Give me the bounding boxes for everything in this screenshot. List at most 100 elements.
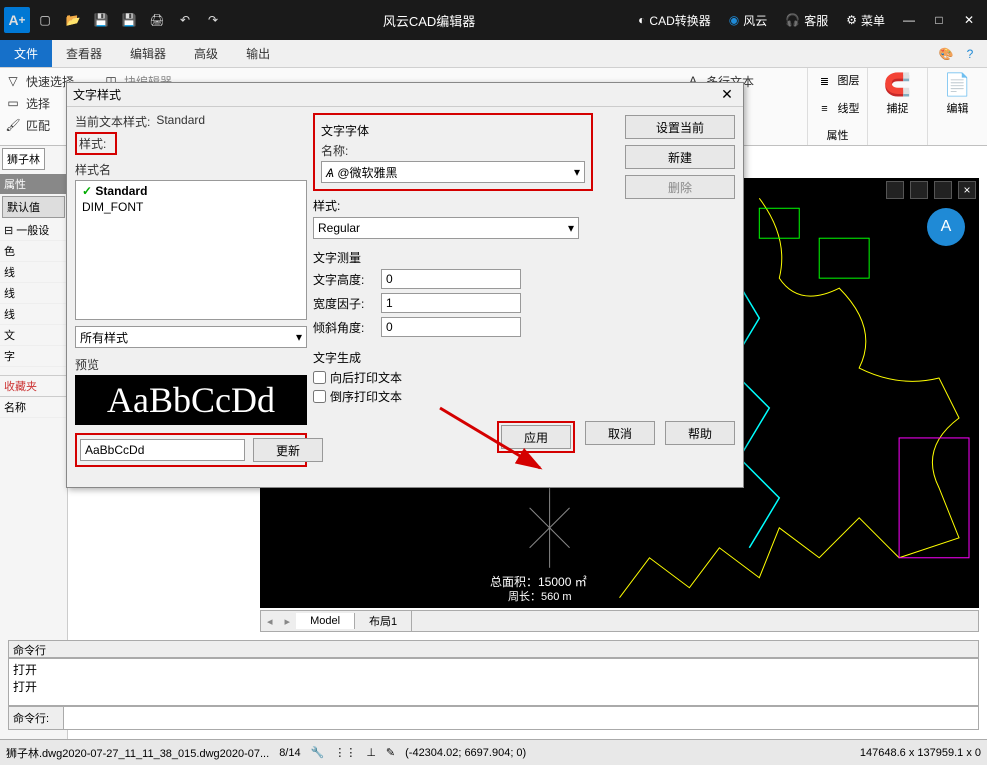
layer-icon[interactable]: ≣: [816, 72, 834, 90]
maximize-button[interactable]: □: [927, 8, 951, 32]
palette-icon[interactable]: 🎨: [937, 45, 955, 63]
match-label[interactable]: 匹配: [26, 117, 50, 134]
ft-btn-1[interactable]: [886, 181, 904, 199]
favorites-section[interactable]: 收藏夹: [0, 375, 67, 397]
style-list-item[interactable]: Standard: [78, 183, 304, 199]
ribbon-group-layer: ≣图层 ≡线型 属性: [807, 68, 867, 145]
prop-row[interactable]: 线: [0, 262, 67, 283]
ribbon-group-snap[interactable]: 🧲捕捉: [867, 68, 927, 145]
prop-row[interactable]: 文: [0, 325, 67, 346]
menu-button[interactable]: ⚙菜单: [840, 10, 891, 31]
prop-row[interactable]: 字: [0, 346, 67, 367]
save-icon[interactable]: 💾: [88, 7, 114, 33]
defaults-tab[interactable]: 默认值: [2, 196, 65, 218]
style-filter-combo[interactable]: 所有样式▾: [75, 326, 307, 348]
dialog-close-button[interactable]: ✕: [717, 85, 737, 105]
fengyun-button[interactable]: ◉风云: [723, 10, 774, 31]
redo-icon[interactable]: ↷: [200, 7, 226, 33]
converter-icon: ◐: [638, 13, 645, 27]
sb-dims: 147648.6 x 137959.1 x 0: [860, 747, 981, 759]
current-style-label: 当前文本样式:: [75, 113, 150, 130]
command-history: 打开 打开: [8, 658, 979, 706]
statusbar: 狮子林.dwg2020-07-27_11_11_38_015.dwg2020-0…: [0, 739, 987, 765]
font-style-combo[interactable]: Regular▾: [313, 217, 579, 239]
preview-input[interactable]: [80, 439, 245, 461]
layout-tabs: ◂ ▸ Model 布局1: [260, 610, 979, 632]
style-name-header: 样式名: [75, 161, 307, 178]
font-type-icon: Ѧ: [326, 166, 334, 180]
style-list[interactable]: Standard DIM_FONT: [75, 180, 307, 320]
new-style-button[interactable]: 新建: [625, 145, 735, 169]
gen-section-label: 文字生成: [313, 349, 735, 366]
open-icon[interactable]: 📂: [60, 7, 86, 33]
width-label: 宽度因子:: [313, 295, 373, 312]
general-row[interactable]: ⊟ 一般设: [0, 220, 67, 241]
sb-snap-icon[interactable]: ✎: [386, 746, 395, 759]
edit-icon: 📄: [944, 72, 971, 98]
command-prompt-label: 命令行:: [8, 706, 64, 730]
support-button[interactable]: 🎧客服: [779, 10, 834, 31]
tab-next-icon[interactable]: ▸: [279, 615, 297, 628]
new-icon[interactable]: ▢: [32, 7, 58, 33]
assist-button[interactable]: A: [927, 208, 965, 246]
filter-icon[interactable]: ▽: [4, 72, 22, 90]
oblique-input[interactable]: [381, 317, 521, 337]
tab-model[interactable]: Model: [296, 613, 355, 629]
menu-viewer[interactable]: 查看器: [52, 40, 116, 67]
menu-editor[interactable]: 编辑器: [116, 40, 180, 67]
font-name-combo[interactable]: Ѧ @微软雅黑 ▾: [321, 161, 585, 183]
tab-layout1[interactable]: 布局1: [355, 611, 412, 631]
apply-button[interactable]: 应用: [501, 425, 571, 449]
oblique-label: 倾斜角度:: [313, 319, 373, 336]
linetype-icon[interactable]: ≡: [816, 100, 834, 118]
saveall-icon[interactable]: 💾: [116, 7, 142, 33]
style-list-item[interactable]: DIM_FONT: [78, 199, 304, 215]
ft-btn-2[interactable]: [910, 181, 928, 199]
style-section-label: 样式:: [79, 137, 106, 151]
select-label[interactable]: 选择: [26, 95, 50, 112]
dialog-title: 文字样式: [73, 86, 121, 103]
close-button[interactable]: ✕: [957, 8, 981, 32]
menu-output[interactable]: 输出: [232, 40, 284, 67]
preview-box: AaBbCcDd: [75, 375, 307, 425]
ft-btn-3[interactable]: [934, 181, 952, 199]
doc-tab[interactable]: 狮子林: [2, 148, 45, 170]
upside-checkbox[interactable]: [313, 390, 326, 403]
menu-file[interactable]: 文件: [0, 40, 52, 67]
cancel-button[interactable]: 取消: [585, 421, 655, 445]
sb-grid-icon[interactable]: ⋮⋮: [334, 746, 356, 759]
minimize-button[interactable]: —: [897, 8, 921, 32]
prop-row[interactable]: 线: [0, 304, 67, 325]
prop-row[interactable]: 线: [0, 283, 67, 304]
ribbon-group-edit[interactable]: 📄编辑: [927, 68, 987, 145]
delete-style-button[interactable]: 删除: [625, 175, 735, 199]
tab-prev-icon[interactable]: ◂: [261, 615, 279, 628]
menu-advanced[interactable]: 高级: [180, 40, 232, 67]
sb-tool-icon[interactable]: 🔧: [311, 746, 325, 759]
height-input[interactable]: [381, 269, 521, 289]
snap-icon: 🧲: [884, 72, 911, 98]
cad-converter-button[interactable]: ◐CAD转换器: [632, 10, 717, 31]
set-current-button[interactable]: 设置当前: [625, 115, 735, 139]
ft-close-icon[interactable]: ×: [958, 181, 976, 199]
help-icon[interactable]: ?: [961, 45, 979, 63]
menubar: 文件 查看器 编辑器 高级 输出 🎨 ?: [0, 40, 987, 68]
width-input[interactable]: [381, 293, 521, 313]
help-button[interactable]: 帮助: [665, 421, 735, 445]
backward-checkbox[interactable]: [313, 371, 326, 384]
headset-icon: 🎧: [785, 13, 800, 27]
current-style-value: Standard: [156, 113, 205, 130]
print-icon[interactable]: 🖨: [144, 7, 170, 33]
app-logo-icon: A+: [4, 7, 30, 33]
gear-icon: ⚙: [846, 13, 857, 27]
measure-section-label: 文字测量: [313, 249, 735, 266]
undo-icon[interactable]: ↶: [172, 7, 198, 33]
name-label: 名称: [0, 397, 67, 418]
match-icon[interactable]: 🖌: [4, 116, 22, 134]
app-title: 风云CAD编辑器: [226, 11, 632, 30]
select-icon[interactable]: ▭: [4, 94, 22, 112]
prop-row[interactable]: 色: [0, 241, 67, 262]
sb-ortho-icon[interactable]: ⊥: [366, 746, 376, 759]
command-input[interactable]: [64, 706, 979, 730]
sb-file: 狮子林.dwg2020-07-27_11_11_38_015.dwg2020-0…: [6, 745, 269, 761]
